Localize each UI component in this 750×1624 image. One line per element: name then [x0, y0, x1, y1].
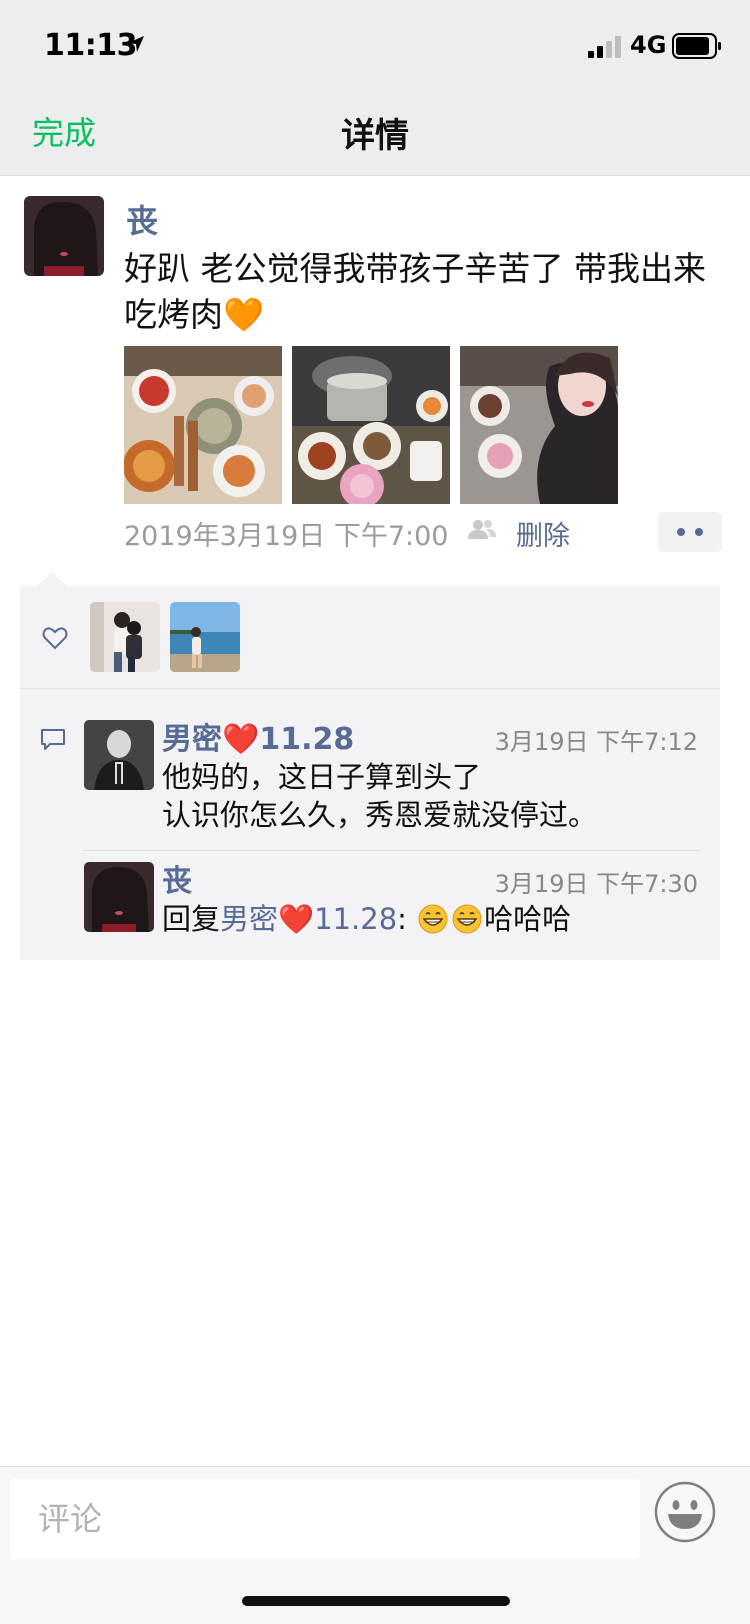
comment-text: 回复男密❤️11.28: 哈哈哈 [162, 900, 571, 938]
comment-timestamp: 3月19日 下午7:30 [494, 870, 698, 898]
network-type: 4G [630, 31, 667, 59]
status-time: 11:13 [44, 28, 138, 63]
comment-text: 他妈的，这日子算到头了 认识你怎么久，秀恩爱就没停过。 [162, 758, 597, 834]
smiley-icon[interactable] [654, 1481, 716, 1543]
comment-bubble-icon [41, 729, 65, 750]
friends-visibility-icon[interactable] [466, 518, 498, 540]
comment-timestamp: 3月19日 下午7:12 [494, 728, 698, 756]
reply-text: 哈哈哈 [484, 902, 572, 936]
post-photo-3[interactable] [460, 346, 618, 504]
commenter-name[interactable]: 丧 [162, 856, 192, 900]
commenter-avatar[interactable] [84, 720, 154, 790]
grin-emoji-icon [452, 904, 482, 934]
comment-text-line: 认识你怎么久，秀恩爱就没停过。 [162, 798, 598, 832]
location-arrow-icon [128, 36, 144, 52]
comment-divider [82, 850, 700, 851]
reply-to-name[interactable]: 男密❤️11.28 [220, 902, 397, 936]
post-author-name[interactable]: 丧 [126, 196, 158, 242]
liker-avatar[interactable] [170, 602, 240, 672]
status-bar: 11:13 4G [0, 0, 750, 90]
panel-divider [20, 688, 720, 689]
liker-avatar[interactable] [90, 602, 160, 672]
interaction-panel: 男密❤️11.28 3月19日 下午7:12 他妈的，这日子算到头了 认识你怎么… [20, 586, 720, 960]
delete-post-link[interactable]: 删除 [516, 514, 570, 553]
panel-arrow [38, 572, 66, 586]
page-title: 详情 [341, 116, 409, 156]
reply-prefix: 回复 [162, 902, 221, 936]
post-text: 好趴 老公觉得我带孩子辛苦了 带我出来吃烤肉🧡 [124, 249, 706, 334]
grin-emoji-icon [418, 904, 448, 934]
heart-outline-icon [42, 627, 68, 650]
commenter-name[interactable]: 男密❤️11.28 [162, 714, 354, 758]
author-avatar[interactable] [24, 196, 104, 276]
signal-icon [588, 36, 621, 58]
post-photo-2[interactable] [292, 346, 450, 504]
nav-bar: 完成 详情 [0, 90, 750, 176]
more-actions-button[interactable] [658, 512, 722, 552]
post-timestamp: 2019年3月19日 下午7:00 [124, 521, 449, 552]
dot-icon [695, 528, 703, 536]
dot-icon [677, 528, 685, 536]
post-photo-1[interactable] [124, 346, 282, 504]
comment-text-line: 他妈的，这日子算到头了 [162, 760, 482, 794]
commenter-avatar[interactable] [84, 862, 154, 932]
comment-input[interactable] [10, 1479, 640, 1559]
battery-icon [672, 33, 721, 59]
reply-colon: : [397, 902, 407, 936]
home-indicator [242, 1596, 510, 1606]
